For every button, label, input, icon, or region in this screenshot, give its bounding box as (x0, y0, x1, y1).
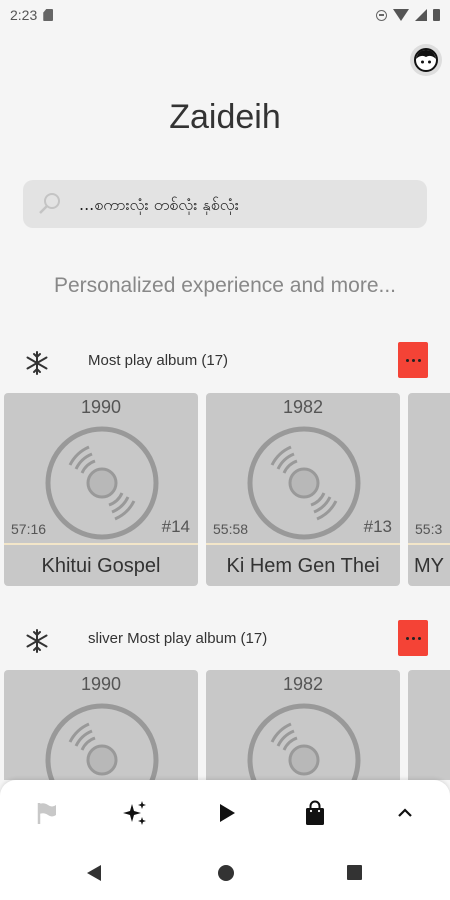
shopping-bag-icon (306, 800, 324, 825)
album-card[interactable]: 55:3 MY (408, 393, 450, 586)
play-icon (220, 804, 235, 822)
signal-icon (415, 9, 427, 21)
recent-apps-button[interactable] (347, 865, 362, 880)
album-rank: #13 (363, 517, 392, 536)
face-icon (414, 48, 438, 72)
album-year: 1990 (80, 674, 122, 694)
flag-icon (37, 803, 56, 824)
status-time: 2:23 (10, 7, 38, 23)
nav-flag-button[interactable] (30, 798, 60, 828)
nav-discover-button[interactable] (120, 798, 150, 828)
dot (417, 636, 421, 640)
album-duration: 55:3 (415, 521, 443, 537)
snowflake-icon (26, 629, 48, 653)
vinyl-disc-icon (247, 426, 361, 540)
do-not-disturb-icon (376, 9, 387, 21)
search-input[interactable] (77, 193, 401, 215)
app-title: Zaideih (169, 98, 281, 136)
more-options-button[interactable] (398, 620, 428, 656)
dot (405, 358, 409, 362)
nav-play-button[interactable] (211, 798, 241, 828)
album-row: 1990 57:16 #14 Khitui Gospel 1982 55:58 … (0, 393, 450, 588)
album-card[interactable]: 1990 57:16 #14 Khitui Gospel (4, 393, 198, 586)
back-button[interactable] (87, 865, 101, 881)
system-nav-bar (0, 846, 450, 900)
tagline: Personalized experience and more... (53, 274, 397, 297)
sd-card-icon (43, 9, 54, 21)
album-year: 1982 (282, 397, 324, 417)
snowflake-icon (26, 351, 48, 375)
section-header-sliver-most-play: sliver Most play album (17) (0, 620, 450, 660)
album-divider (4, 543, 198, 545)
wifi-icon (393, 9, 409, 21)
bottom-nav-bar (0, 780, 450, 846)
nav-store-button[interactable] (300, 798, 330, 828)
battery-icon (433, 9, 440, 21)
search-icon (39, 193, 60, 214)
profile-avatar-button[interactable] (410, 44, 442, 76)
album-duration: 57:16 (11, 521, 47, 537)
vinyl-disc-icon (247, 703, 361, 780)
album-name: Ki Hem Gen Thei (226, 555, 380, 577)
status-bar: 2:23 (0, 0, 450, 30)
album-card[interactable]: 1990 (4, 670, 198, 780)
section-title: sliver Most play album (17) (88, 630, 268, 647)
album-card[interactable] (408, 670, 450, 780)
search-bar[interactable] (23, 180, 427, 228)
album-name: MY (414, 555, 444, 577)
album-card[interactable]: 1982 55:58 #13 Ki Hem Gen Thei (206, 393, 400, 586)
album-year: 1990 (80, 397, 122, 417)
dot (417, 358, 421, 362)
album-card[interactable]: 1982 (206, 670, 400, 780)
vinyl-disc-icon (45, 703, 159, 780)
section-title: Most play album (17) (88, 352, 229, 369)
dot (411, 636, 415, 640)
album-row: 1990 1982 (0, 670, 450, 780)
album-year: 1982 (282, 674, 324, 694)
dot (405, 636, 409, 640)
album-divider (408, 543, 450, 545)
album-rank: #14 (161, 517, 190, 536)
home-button[interactable] (218, 865, 234, 881)
album-name: Khitui Gospel (41, 555, 161, 577)
more-options-button[interactable] (398, 342, 428, 378)
nav-expand-button[interactable] (390, 798, 420, 828)
sparkle-icon (123, 801, 146, 825)
section-header-most-play: Most play album (17) (0, 342, 450, 382)
album-duration: 55:58 (213, 521, 249, 537)
vinyl-disc-icon (45, 426, 159, 540)
chevron-up-icon (398, 808, 412, 817)
album-divider (206, 543, 400, 545)
dot (411, 358, 415, 362)
